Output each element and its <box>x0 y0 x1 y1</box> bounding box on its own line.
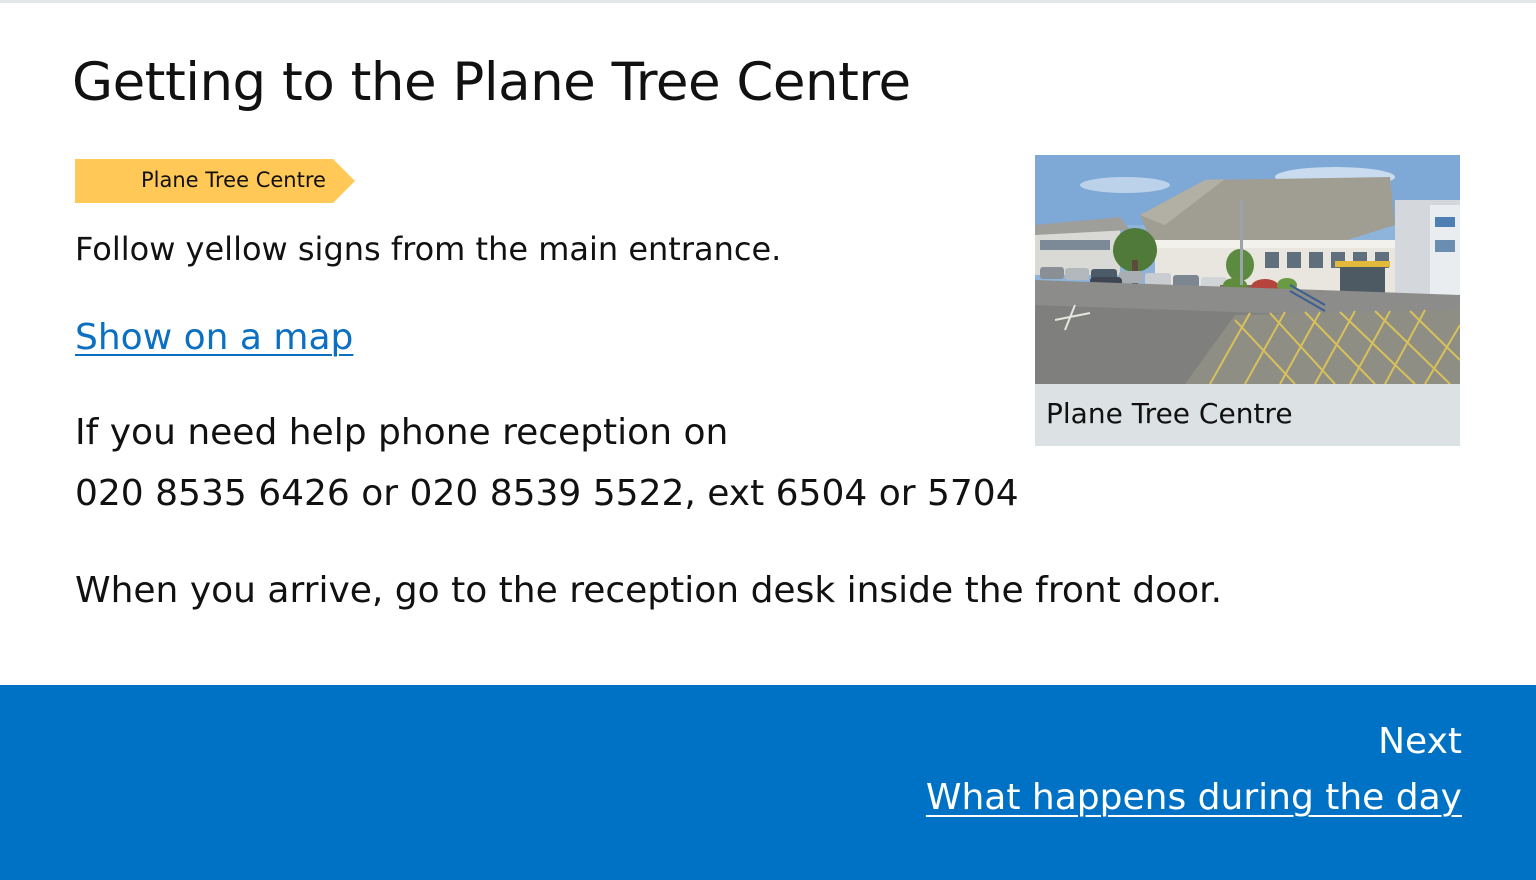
arrival-instructions: When you arrive, go to the reception des… <box>75 570 1223 611</box>
follow-signs-text: Follow yellow signs from the main entran… <box>75 230 782 268</box>
footer-navigation: Next What happens during the day <box>0 685 1536 880</box>
building-photo-card: Plane Tree Centre <box>1035 155 1460 446</box>
building-photo-illustration <box>1035 155 1460 384</box>
photo-caption: Plane Tree Centre <box>1046 397 1293 430</box>
next-label: Next <box>1378 721 1462 762</box>
help-phone-text: If you need help phone reception on <box>75 412 729 453</box>
top-divider <box>0 0 1536 3</box>
phone-numbers-text: 020 8535 6426 or 020 8539 5522, ext 6504… <box>75 473 1019 514</box>
next-page-link[interactable]: What happens during the day <box>926 777 1462 818</box>
page-title: Getting to the Plane Tree Centre <box>72 52 911 113</box>
sign-tag-label: Plane Tree Centre <box>141 168 326 192</box>
yellow-sign-tag: Plane Tree Centre <box>75 159 355 203</box>
show-on-map-link[interactable]: Show on a map <box>75 317 353 358</box>
building-photo <box>1035 155 1460 384</box>
